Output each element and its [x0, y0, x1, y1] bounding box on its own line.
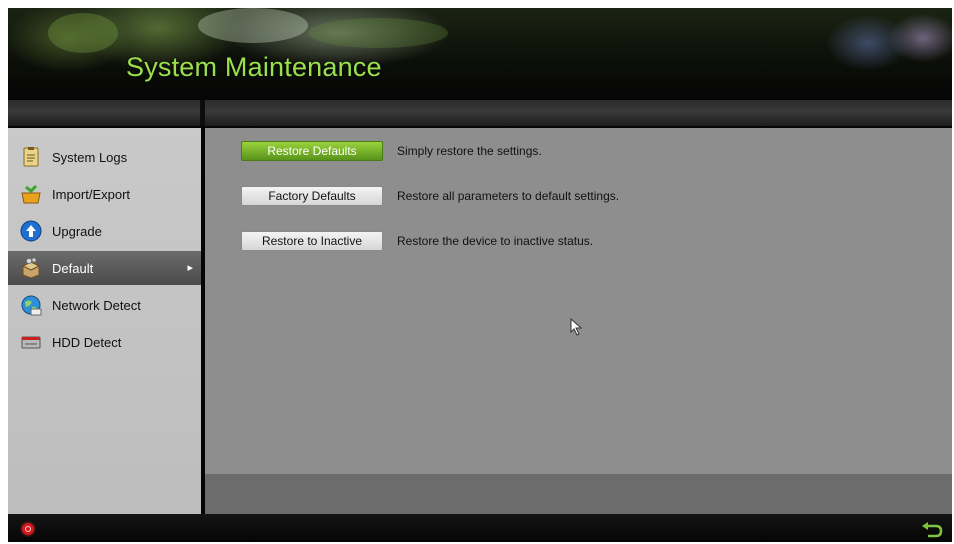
sidebar-item-hdd-detect[interactable]: HDD Detect	[8, 325, 201, 359]
default-box-icon	[21, 257, 41, 279]
sidebar-item-upgrade[interactable]: Upgrade	[8, 214, 201, 248]
network-globe-icon	[21, 295, 42, 316]
sidebar-item-label: System Logs	[52, 149, 128, 165]
header-banner: System Maintenance	[8, 8, 952, 100]
factory-defaults-description: Restore all parameters to default settin…	[397, 189, 620, 203]
restore-to-inactive-button[interactable]: Restore to Inactive	[241, 231, 383, 251]
sidebar-item-network-detect[interactable]: Network Detect	[8, 288, 201, 322]
sidebar: System Logs Import/Export Upgrade Defaul…	[8, 128, 201, 514]
chevron-right-icon: ▸	[187, 262, 193, 274]
panel-footer	[205, 474, 952, 514]
banner-flower	[198, 8, 308, 43]
sidebar-item-label: Default	[52, 260, 94, 276]
main-panel: Restore Defaults Simply restore the sett…	[205, 128, 952, 474]
import-export-icon	[21, 184, 41, 204]
sidebar-item-import-export[interactable]: Import/Export	[8, 177, 201, 211]
restore-defaults-button[interactable]: Restore Defaults	[241, 141, 383, 161]
banner-foliage	[48, 13, 118, 53]
restore-defaults-description: Simply restore the settings.	[397, 144, 542, 158]
app-window: System Maintenance System Logs Import/Ex…	[8, 8, 952, 542]
back-arrow-icon[interactable]	[920, 520, 944, 540]
sidebar-item-system-logs[interactable]: System Logs	[8, 140, 201, 174]
sidebar-item-default[interactable]: Default ▸	[8, 251, 201, 285]
page-title: System Maintenance	[126, 52, 382, 82]
sidebar-item-label: Import/Export	[52, 186, 131, 202]
mouse-cursor-icon	[570, 318, 583, 336]
header-divider	[8, 100, 952, 126]
status-bar	[8, 514, 952, 542]
power-icon[interactable]	[22, 523, 34, 535]
sidebar-item-label: Network Detect	[52, 297, 141, 313]
hdd-icon	[21, 336, 41, 349]
upgrade-icon	[20, 220, 42, 242]
sidebar-item-label: HDD Detect	[52, 334, 122, 350]
banner-foliage	[308, 18, 448, 48]
log-icon	[23, 147, 39, 167]
sidebar-item-label: Upgrade	[52, 223, 102, 239]
factory-defaults-button[interactable]: Factory Defaults	[241, 186, 383, 206]
restore-to-inactive-description: Restore the device to inactive status.	[397, 234, 594, 248]
column-separator	[200, 100, 205, 126]
